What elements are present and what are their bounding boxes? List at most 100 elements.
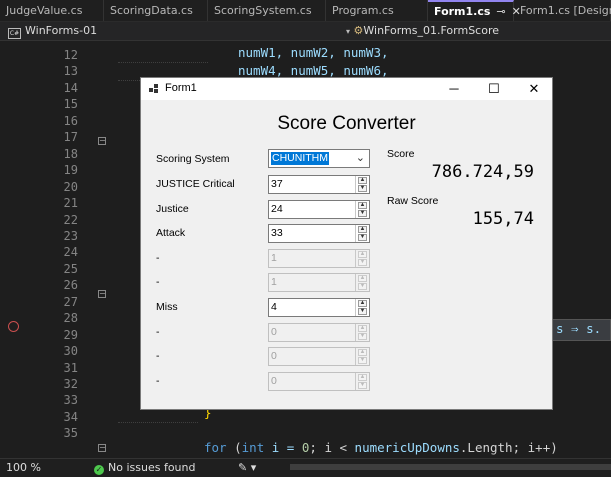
numeric-updown[interactable]: 4 ▲ ▼ [268,298,370,317]
line-number: 26 [63,278,78,293]
field-label: - [156,251,160,264]
fold-toggle-icon[interactable]: − [98,444,106,452]
spin-down-icon[interactable]: ▼ [358,209,367,217]
line-number: 28 [63,311,78,326]
raw-score-value: 155,74 [472,209,534,229]
document-tab-bar: JudgeValue.cs ScoringData.cs ScoringSyst… [0,0,611,22]
numeric-value: 33 [271,227,283,240]
issues-indicator[interactable]: ✓ No issues found [94,461,195,475]
line-number: 24 [63,245,78,260]
scoring-system-combobox[interactable]: CHUNITHM ⌄ [268,149,370,168]
tab-program[interactable]: Program.cs [326,0,428,21]
field-label: Miss [156,301,178,313]
tab-judgevalue[interactable]: JudgeValue.cs [0,0,104,21]
code-token: ( [226,440,242,455]
window-titlebar[interactable]: Form1 ─ ☐ ✕ [141,78,552,100]
code-cleanup-icon[interactable]: ✎ ▾ [238,461,256,474]
line-number: 13 [63,64,78,79]
line-number: 33 [63,393,78,408]
pin-icon[interactable]: ⊸ [496,5,505,18]
tab-scoringdata[interactable]: ScoringData.cs [104,0,208,21]
issues-text: No issues found [108,461,196,474]
line-number: 29 [63,327,78,342]
code-line-12[interactable]: numW1, numW2, numW3, [238,44,389,62]
spin-up-icon: ▲ [358,373,367,381]
navigation-bar: C# WinForms-01 ▾ ⚙WinForms_01.FormScore [0,22,611,41]
code-token: .Length; i++) [459,440,558,455]
line-number: 25 [63,261,78,276]
score-value: 786.724,59 [431,162,534,182]
spin-up-icon[interactable]: ▲ [358,226,367,234]
tab-scoringsystem[interactable]: ScoringSystem.cs [208,0,326,21]
breakpoint-icon[interactable] [8,321,19,332]
scoring-system-value: CHUNITHM [271,152,329,165]
tab-label: Form1.cs [434,5,491,18]
fold-toggle-icon[interactable]: − [98,137,106,145]
field-label: - [156,325,160,338]
window-icon [149,84,159,94]
numeric-updown: 1 ▲ ▼ [268,248,370,268]
spin-buttons[interactable]: ▲ ▼ [355,200,369,218]
spin-down-icon[interactable]: ▼ [358,234,367,242]
keyword-int: int [241,440,265,455]
numeric-updown[interactable]: 37 ▲ ▼ [268,175,370,194]
check-icon: ✓ [94,465,104,475]
line-number: 21 [63,196,78,211]
spin-buttons: ▲ ▼ [355,249,369,267]
spin-down-icon[interactable]: ▼ [358,185,367,192]
spin-buttons[interactable]: ▲ ▼ [355,176,369,193]
numeric-value: 1 [271,276,277,289]
zoom-level[interactable]: 100 % [6,461,41,474]
line-number: 30 [63,344,78,359]
line-number: 19 [63,163,78,178]
form1-window: Form1 ─ ☐ ✕ Score Converter Scoring Syst… [140,77,553,410]
field-label: JUSTICE Critical [156,178,235,190]
tab-form1-design[interactable]: Form1.cs [Design] [514,0,611,21]
numeric-value: 37 [271,178,283,190]
line-number: 35 [63,426,78,441]
spin-up-icon: ▲ [358,250,367,258]
maximize-button[interactable]: ☐ [477,78,511,100]
code-line-35[interactable]: for (int i = 0; i < numericUpDowns.Lengt… [204,439,558,457]
close-button[interactable]: ✕ [517,78,551,100]
spin-buttons: ▲ ▼ [355,348,369,366]
line-number: 34 [63,409,78,424]
line-number: 31 [63,360,78,375]
project-dropdown[interactable]: C# WinForms-01 [8,24,97,39]
indent-guide [118,422,198,423]
score-label: Score [387,148,415,160]
spin-up-icon[interactable]: ▲ [358,201,367,209]
spin-down-icon: ▼ [358,258,367,266]
spin-down-icon[interactable]: ▼ [358,308,367,315]
member-dropdown[interactable]: ▾ ⚙WinForms_01.FormScore [346,24,499,37]
code-token: ; i < [309,440,355,455]
numeric-updown: 0 ▲ ▼ [268,347,370,367]
numeric-updown[interactable]: 33 ▲ ▼ [268,224,370,244]
code-line-28-tail[interactable]: s ⇒ s. [556,320,601,338]
spin-buttons: ▲ ▼ [355,274,369,292]
numeric-updown[interactable]: 24 ▲ ▼ [268,199,370,219]
minimize-button[interactable]: ─ [437,78,471,100]
spin-buttons: ▲ ▼ [355,323,369,341]
chevron-down-icon: ▾ [346,27,351,36]
scoring-system-label: Scoring System [156,153,230,165]
fold-toggle-icon[interactable]: − [98,290,106,298]
line-number: 23 [63,228,78,243]
numeric-value: 0 [271,350,277,363]
spin-down-icon: ▼ [358,332,367,340]
spin-up-icon: ▲ [358,349,367,357]
spin-up-icon[interactable]: ▲ [358,300,367,307]
spin-buttons: ▲ ▼ [355,372,369,390]
numeric-value: 4 [271,301,277,313]
line-number: 27 [63,294,78,309]
horizontal-scrollbar[interactable] [290,464,611,470]
spin-up-icon[interactable]: ▲ [358,177,367,184]
tab-label: Form1.cs [Design] [520,4,611,17]
member-name: WinForms_01.FormScore [363,24,500,37]
class-icon: ⚙ [353,24,364,37]
indent-guide [118,62,208,63]
tab-form1-cs[interactable]: Form1.cs ⊸ ✕ [428,0,521,21]
line-number: 15 [63,97,78,112]
spin-buttons[interactable]: ▲ ▼ [355,225,369,243]
spin-buttons[interactable]: ▲ ▼ [355,299,369,316]
